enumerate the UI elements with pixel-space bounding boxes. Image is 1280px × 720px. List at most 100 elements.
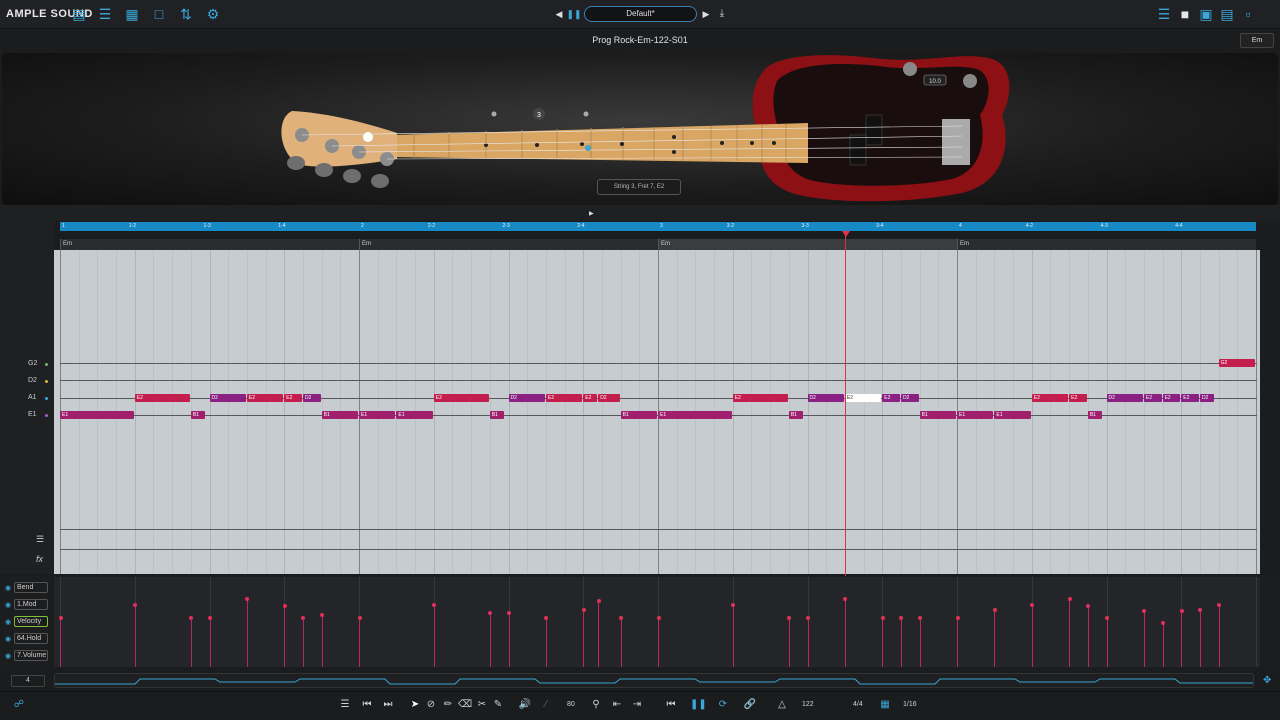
velocity-handle[interactable]: [189, 616, 194, 621]
link-icon[interactable]: 🔗: [743, 699, 757, 711]
eye-icon[interactable]: ◉: [5, 618, 11, 626]
note[interactable]: D2: [1106, 394, 1143, 402]
velocity-handle[interactable]: [1161, 620, 1166, 625]
velocity-bar[interactable]: [134, 604, 136, 667]
velocity-handle[interactable]: [955, 616, 960, 621]
velocity-handle[interactable]: [58, 616, 63, 621]
note[interactable]: E1: [658, 411, 732, 419]
velocity-handle[interactable]: [133, 602, 138, 607]
grid-icon[interactable]: ▦: [124, 6, 140, 22]
velocity-handle[interactable]: [1217, 602, 1222, 607]
mixer-icon[interactable]: ☰: [97, 6, 113, 22]
note[interactable]: G2: [1218, 359, 1255, 367]
velocity-bar[interactable]: [489, 613, 491, 667]
velocity-handle[interactable]: [843, 597, 848, 602]
note[interactable]: D2: [900, 394, 919, 402]
volume-knob[interactable]: [903, 62, 917, 76]
zoom-value[interactable]: 4: [11, 675, 45, 687]
loop-icon[interactable]: ⟳: [716, 699, 730, 711]
velocity-handle[interactable]: [1198, 607, 1203, 612]
loop-start-icon[interactable]: ⇤: [610, 699, 624, 711]
velocity-handle[interactable]: [992, 607, 997, 612]
tempo-value[interactable]: 122: [802, 701, 814, 708]
velocity-bar[interactable]: [321, 614, 323, 667]
velocity-handle[interactable]: [787, 616, 792, 621]
velocity-bar[interactable]: [545, 618, 547, 667]
pin-icon[interactable]: ⚲: [589, 699, 603, 711]
note[interactable]: E1: [359, 411, 396, 419]
velocity-handle[interactable]: [880, 616, 885, 621]
note[interactable]: E2: [583, 394, 598, 402]
velocity-bar[interactable]: [1031, 605, 1033, 667]
velocity-bar[interactable]: [1199, 609, 1201, 667]
chord-block[interactable]: Em: [957, 239, 1256, 250]
eye-icon[interactable]: ◉: [5, 601, 11, 609]
velocity-bar[interactable]: [658, 618, 659, 667]
eye-icon[interactable]: ◉: [5, 635, 11, 643]
velocity-bar[interactable]: [994, 609, 996, 667]
velocity-bar[interactable]: [1087, 606, 1089, 667]
velocity-value[interactable]: 80: [567, 701, 575, 708]
velocity-bar[interactable]: [302, 618, 304, 667]
velocity-handle[interactable]: [432, 603, 437, 608]
note[interactable]: E2: [882, 394, 900, 402]
note[interactable]: B1: [620, 411, 657, 419]
chord-block[interactable]: Em: [359, 239, 658, 250]
panel2-icon[interactable]: ▤: [1219, 6, 1235, 22]
quantize-value[interactable]: 1/16: [903, 701, 917, 708]
keyboard-icon[interactable]: ▤: [71, 6, 87, 22]
velocity-bar[interactable]: [508, 613, 510, 667]
chord-lane[interactable]: Em Em Em Em: [60, 239, 1256, 250]
velocity-handle[interactable]: [731, 603, 736, 608]
loop-end-icon[interactable]: ⇥: [630, 699, 644, 711]
note[interactable]: B1: [919, 411, 956, 419]
note[interactable]: E2: [284, 394, 302, 402]
velocity-handle[interactable]: [596, 599, 601, 604]
note[interactable]: E1: [957, 411, 994, 419]
note[interactable]: E2: [844, 394, 882, 402]
velocity-bar[interactable]: [900, 618, 902, 667]
note[interactable]: E2: [1069, 394, 1087, 402]
velocity-handle[interactable]: [301, 616, 306, 621]
velocity-bar[interactable]: [1162, 622, 1164, 667]
note[interactable]: D2: [302, 394, 321, 402]
panel-icon[interactable]: ▣: [1198, 6, 1214, 22]
scissors-tool-icon[interactable]: ✂: [475, 699, 489, 711]
velocity-bar[interactable]: [620, 618, 622, 667]
velocity-handle[interactable]: [544, 616, 549, 621]
velocity-bar[interactable]: [583, 609, 585, 667]
velocity-handle[interactable]: [320, 612, 325, 617]
note[interactable]: E1: [396, 411, 433, 419]
velocity-handle[interactable]: [507, 611, 511, 616]
preset-selector[interactable]: Default*: [584, 6, 697, 22]
note[interactable]: E2: [1162, 394, 1181, 402]
velocity-bar[interactable]: [957, 618, 958, 667]
velocity-handle[interactable]: [1086, 604, 1091, 609]
window-icon-right[interactable]: ▫: [1240, 6, 1256, 22]
skip-back-icon[interactable]: ⏮: [360, 699, 374, 711]
note[interactable]: E2: [246, 394, 284, 402]
square-icon[interactable]: ■: [1177, 6, 1193, 22]
note[interactable]: D2: [209, 394, 246, 402]
cc-lane-bend[interactable]: Bend: [14, 582, 48, 593]
velocity-bar[interactable]: [598, 601, 600, 667]
velocity-handle[interactable]: [806, 616, 810, 621]
notes-menu-icon[interactable]: ☰: [338, 699, 352, 711]
audition-icon[interactable]: 🔊: [518, 699, 532, 711]
download-icon[interactable]: ⤓: [714, 6, 730, 22]
key-button[interactable]: Em: [1240, 33, 1274, 48]
tab-roll-editor[interactable]: E1 E2 B1 D2 E2 E2 D2 B1 E1 E1 E2 B1 D2 E2 E2 D2 B1 E1 E2 B1…: [54, 250, 1260, 574]
velocity-handle[interactable]: [1142, 609, 1147, 614]
velocity-handle[interactable]: [1030, 603, 1035, 608]
velocity-handle[interactable]: [656, 616, 661, 621]
chord-block[interactable]: Em: [60, 239, 359, 250]
eye-icon[interactable]: ◉: [5, 652, 11, 660]
chord-block[interactable]: Em: [658, 239, 957, 250]
cc-lane-hold[interactable]: 64.Hold: [14, 633, 48, 644]
velocity-bar[interactable]: [1143, 611, 1145, 667]
velocity-bar[interactable]: [919, 618, 921, 667]
cc-lane-volume[interactable]: 7.Volume: [14, 650, 48, 661]
rewind-icon[interactable]: ⏮: [664, 699, 678, 711]
note[interactable]: E2: [1031, 394, 1069, 402]
overview-scrollbar[interactable]: [54, 673, 1254, 688]
